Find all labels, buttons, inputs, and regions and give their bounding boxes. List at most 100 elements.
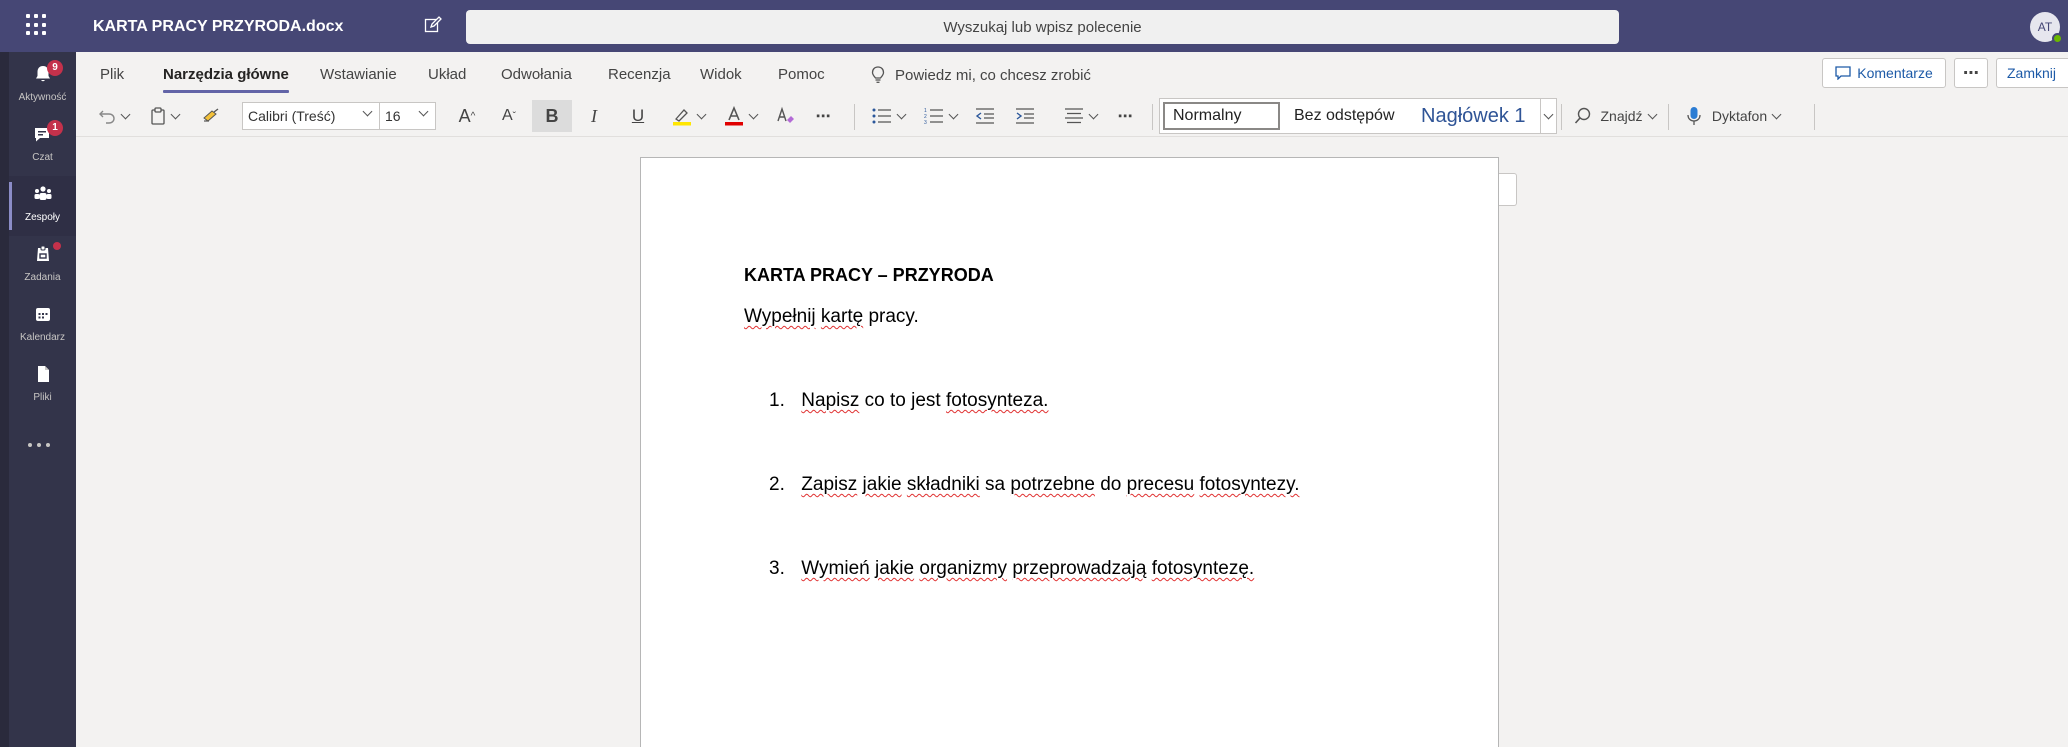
italic-button[interactable]: I <box>576 100 612 132</box>
ribbon-tabs: Plik Narzędzia główne Wstawianie Układ O… <box>76 52 2068 96</box>
document-instruction: Wypełnij kartę pracy. <box>744 306 919 328</box>
paste-button[interactable] <box>144 100 184 132</box>
grow-font-icon: A <box>458 105 471 126</box>
teams-icon <box>34 186 52 200</box>
comment-icon <box>1835 66 1851 80</box>
tab-review[interactable]: Recenzja <box>608 66 671 83</box>
word: przeprowadzają <box>1012 558 1147 579</box>
rail-item-activity[interactable]: 9 Aktywność <box>9 56 76 116</box>
bold-button[interactable]: B <box>532 100 572 132</box>
underline-icon: U <box>631 106 645 125</box>
rail-item-assignments[interactable]: Zadania <box>9 236 76 296</box>
list-number: 3. <box>769 558 785 579</box>
document-heading: KARTA PRACY – PRZYRODA <box>744 265 994 285</box>
rail-item-label: Pliki <box>33 392 52 403</box>
undo-button[interactable] <box>92 100 134 132</box>
dictate-button[interactable]: Dyktafon <box>1676 100 1790 132</box>
separator <box>1668 104 1669 130</box>
tab-help[interactable]: Pomoc <box>778 66 825 83</box>
comments-button[interactable]: Komentarze <box>1822 58 1946 88</box>
rail-item-chat[interactable]: 1 Czat <box>9 116 76 176</box>
list-item: 1. Napisz co to jest fotosynteza. <box>769 390 1048 412</box>
list-number: 1. <box>769 390 785 411</box>
undo-icon <box>98 110 115 124</box>
more-paragraph-options-button[interactable]: ⋯ <box>1110 100 1140 132</box>
increase-indent-button[interactable] <box>1010 100 1040 132</box>
underline-button[interactable]: U <box>620 100 656 132</box>
avatar-initials: AT <box>2037 20 2053 34</box>
rail-item-label: Aktywność <box>18 92 67 103</box>
tell-me-search[interactable]: Powiedz mi, co chcesz zrobić <box>871 66 1091 84</box>
tab-layout[interactable]: Układ <box>428 66 466 83</box>
style-normal[interactable]: Normalny <box>1163 102 1280 130</box>
font-size-select[interactable]: 16 <box>380 102 436 130</box>
word: co <box>864 390 885 411</box>
format-painter-button[interactable] <box>196 100 226 132</box>
italic-icon: I <box>591 105 597 126</box>
activity-badge: 9 <box>47 60 63 76</box>
tell-me-label: Powiedz mi, co chcesz zrobić <box>895 66 1091 84</box>
word: składniki <box>906 474 980 495</box>
style-heading-1[interactable]: Nagłówek 1 <box>1421 102 1526 130</box>
side-panel-tab[interactable] <box>1499 173 1517 206</box>
lightbulb-icon <box>871 66 885 83</box>
home-toolbar: Calibri (Treść) 16 A ^ Aˇ B I U ⋯ 1 2 3 … <box>76 96 2068 136</box>
dictate-label: Dyktafon <box>1711 108 1768 124</box>
tab-view[interactable]: Widok <box>700 66 742 83</box>
highlighter-icon <box>672 109 691 126</box>
search-input[interactable]: Wyszukaj lub wpisz polecenie <box>466 10 1619 44</box>
word: jakie <box>862 474 902 495</box>
rail-item-calendar[interactable]: Kalendarz <box>9 296 76 356</box>
word: kartę <box>820 306 864 327</box>
align-text-icon <box>1064 108 1083 124</box>
rail-item-label: Zespoły <box>24 212 60 223</box>
rail-item-teams[interactable]: Zespoły <box>9 176 76 236</box>
font-size-value: 16 <box>385 108 401 124</box>
top-header-bar: KARTA PRACY PRZYRODA.docx Wyszukaj lub w… <box>0 0 2068 52</box>
clear-formatting-button[interactable] <box>770 100 800 132</box>
close-button[interactable]: Zamknij <box>1996 58 2068 88</box>
more-font-options-button[interactable]: ⋯ <box>808 100 838 132</box>
decrease-indent-button[interactable] <box>970 100 1000 132</box>
align-button[interactable] <box>1058 100 1102 132</box>
word: do <box>1100 474 1122 495</box>
avatar[interactable]: AT <box>2030 12 2063 44</box>
microphone-icon <box>1687 107 1701 125</box>
more-options-button[interactable]: ⋯ <box>1954 58 1988 88</box>
bold-icon: B <box>545 105 559 126</box>
tab-insert[interactable]: Wstawianie <box>320 66 397 83</box>
tab-home[interactable]: Narzędzia główne <box>163 66 289 93</box>
ribbon: Plik Narzędzia główne Wstawianie Układ O… <box>76 52 2068 137</box>
clipboard-icon <box>150 107 165 125</box>
styles-dropdown[interactable] <box>1540 99 1556 133</box>
separator <box>1152 104 1153 130</box>
font-color-icon <box>724 106 743 126</box>
tab-file[interactable]: Plik <box>100 66 124 83</box>
font-name-select[interactable]: Calibri (Treść) <box>242 102 380 130</box>
find-button[interactable]: Znajdź <box>1570 100 1660 132</box>
app-launcher-icon[interactable] <box>26 14 48 36</box>
tab-references[interactable]: Odwołania <box>501 66 572 83</box>
word: organizmy <box>919 558 1008 579</box>
word: jakie <box>875 558 915 579</box>
rail-edge <box>0 52 9 747</box>
rail-item-files[interactable]: Pliki <box>9 356 76 416</box>
more-apps-icon[interactable] <box>28 443 50 449</box>
shrink-font-button[interactable]: Aˇ <box>492 100 526 132</box>
word: Zapisz <box>801 474 858 495</box>
list-item: 2. Zapisz jakie składniki sa potrzebne d… <box>769 474 1300 496</box>
bullets-button[interactable] <box>866 100 910 132</box>
word: to <box>890 390 906 411</box>
style-no-spacing[interactable]: Bez odstępów <box>1294 102 1395 130</box>
compose-icon[interactable] <box>424 16 444 36</box>
font-color-button[interactable] <box>720 100 760 132</box>
word: fotosyntezy. <box>1199 474 1300 495</box>
document-page[interactable] <box>640 157 1499 747</box>
highlight-button[interactable] <box>666 100 710 132</box>
decrease-indent-icon <box>975 108 994 124</box>
font-name-value: Calibri (Treść) <box>248 108 336 124</box>
list-item: 3. Wymień jakie organizmy przeprowadzają… <box>769 558 1254 580</box>
grow-font-button[interactable]: A ^ <box>450 100 484 132</box>
chat-badge: 1 <box>47 120 63 136</box>
numbering-button[interactable]: 123 <box>918 100 962 132</box>
